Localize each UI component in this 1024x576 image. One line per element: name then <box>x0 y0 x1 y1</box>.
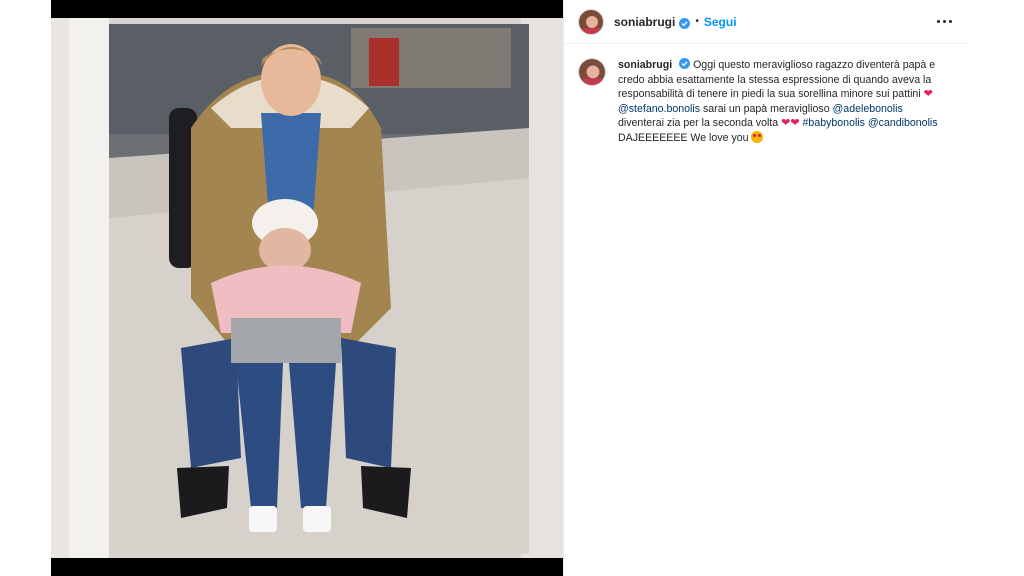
caption-body-3: diventerai zia per la seconda volta <box>618 117 779 130</box>
heart-eyes-emoji-icon <box>751 130 764 143</box>
verified-badge-icon <box>679 16 691 29</box>
caption-username[interactable]: soniabrugi <box>618 59 672 71</box>
caption-author-avatar[interactable] <box>578 58 606 86</box>
mention-candibonolis[interactable]: @candibonolis <box>868 117 938 129</box>
separator-dot: • <box>695 16 699 27</box>
heart-emoji-icon: ❤ <box>790 117 800 130</box>
mention-stefano-bonolis[interactable]: @stefano.bonolis <box>618 103 700 115</box>
caption-body-2: sarai un papà meraviglioso <box>702 102 830 115</box>
caption-text: soniabrugi Oggi questo meraviglioso raga… <box>618 58 948 146</box>
post-side-panel: soniabrugi • Segui soniabrugi Oggi quest… <box>563 0 967 576</box>
follow-button[interactable]: Segui <box>704 15 737 29</box>
instagram-post: soniabrugi • Segui soniabrugi Oggi quest… <box>51 0 967 576</box>
heart-emoji-icon: ❤ <box>781 117 791 130</box>
caption-body-4: DAJEEEEEEE We love you <box>618 131 749 144</box>
post-header: soniabrugi • Segui <box>564 0 967 44</box>
hashtag-babybonolis[interactable]: #babybonolis <box>803 117 865 129</box>
mention-adelebonolis[interactable]: @adelebonolis <box>833 103 903 115</box>
verified-badge-icon <box>679 58 691 69</box>
post-caption: soniabrugi Oggi questo meraviglioso raga… <box>564 44 967 146</box>
post-media[interactable] <box>51 0 563 576</box>
author-username[interactable]: soniabrugi <box>614 15 675 29</box>
author-avatar[interactable] <box>578 8 604 35</box>
post-photo[interactable] <box>51 18 563 558</box>
heart-emoji-icon: ❤ <box>923 88 933 101</box>
more-horizontal-icon[interactable] <box>935 13 953 31</box>
